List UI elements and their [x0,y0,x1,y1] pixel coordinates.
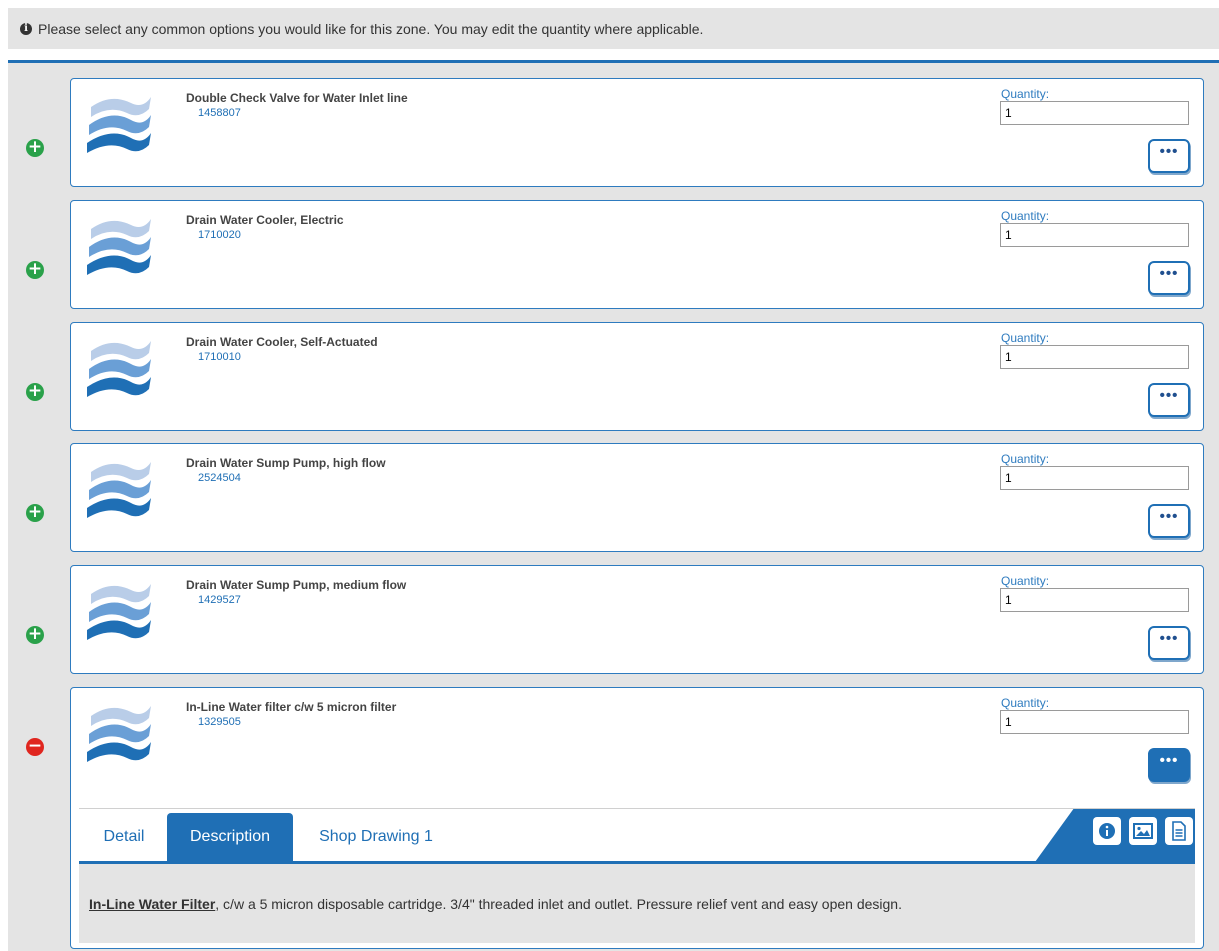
option-card: Drain Water Cooler, Self-Actuated 171001… [70,322,1204,431]
tab-detail[interactable]: Detail [89,813,159,861]
option-code: 1329505 [198,716,241,728]
add-option-icon[interactable]: + [26,139,44,157]
quantity-input[interactable] [1000,588,1189,612]
option-row-selected: − In-Line Water filter c/w 5 micron filt… [8,687,1219,949]
quantity-label: Quantity: [1001,696,1050,710]
quantity-label: Quantity: [1001,87,1050,101]
quantity-input[interactable] [1000,710,1189,734]
option-name: Drain Water Cooler, Electric [186,213,344,227]
document-icon[interactable] [1165,817,1193,845]
option-code: 2524504 [198,472,241,484]
option-code: 1458807 [198,107,241,119]
option-card: Drain Water Sump Pump, medium flow 14295… [70,565,1204,674]
option-card: Drain Water Cooler, Electric 1710020 Qua… [70,200,1204,309]
water-logo-icon [87,219,151,275]
quantity-label: Quantity: [1001,331,1050,345]
more-options-button[interactable]: ••• [1148,626,1190,660]
option-name: Drain Water Cooler, Self-Actuated [186,335,378,349]
water-logo-icon [87,584,151,640]
option-name: Drain Water Sump Pump, medium flow [186,578,407,592]
option-card: Double Check Valve for Water Inlet line … [70,78,1204,187]
notice-text: Please select any common options you wou… [38,20,704,37]
water-logo-icon [87,706,151,762]
info-notice: i Please select any common options you w… [8,8,1219,49]
more-options-button[interactable]: ••• [1148,748,1190,782]
quantity-label: Quantity: [1001,452,1050,466]
add-option-icon[interactable]: + [26,504,44,522]
quantity-input[interactable] [1000,466,1189,490]
option-row: + Drain Water Cooler, Self-Actuated 1710… [8,322,1219,432]
description-text: , c/w a 5 micron disposable cartridge. 3… [215,896,902,912]
info-icon: i [20,22,32,35]
option-row: + Drain Water Cooler, Electric 1710020 Q… [8,200,1219,310]
option-code: 1710020 [198,229,241,241]
option-row: + Drain Water Sump Pump, high flow 25245… [8,443,1219,553]
option-card: Drain Water Sump Pump, high flow 2524504… [70,443,1204,552]
add-option-icon[interactable]: + [26,261,44,279]
more-options-button[interactable]: ••• [1148,261,1190,295]
quantity-input[interactable] [1000,223,1189,247]
image-icon[interactable] [1129,817,1157,845]
quantity-input[interactable] [1000,345,1189,369]
add-option-icon[interactable]: + [26,383,44,401]
options-panel: + Double Check Valve for Water Inlet lin… [8,60,1219,951]
description-panel: In-Line Water Filter, c/w a 5 micron dis… [79,864,1195,943]
add-option-icon[interactable]: + [26,626,44,644]
option-code: 1429527 [198,594,241,606]
option-code: 1710010 [198,351,241,363]
more-options-button[interactable]: ••• [1148,139,1190,173]
option-row: + Drain Water Sump Pump, medium flow 142… [8,565,1219,675]
info-icon[interactable] [1093,817,1121,845]
more-options-button[interactable]: ••• [1148,504,1190,538]
remove-option-icon[interactable]: − [26,738,44,756]
description-title-link[interactable]: In-Line Water Filter [89,896,215,912]
option-name: Drain Water Sump Pump, high flow [186,456,386,470]
quantity-input[interactable] [1000,101,1189,125]
water-logo-icon [87,97,151,153]
tab-toolbar [1035,809,1195,862]
quantity-label: Quantity: [1001,574,1050,588]
quantity-label: Quantity: [1001,209,1050,223]
tab-shop-drawing-1[interactable]: Shop Drawing 1 [301,813,451,861]
option-name: In-Line Water filter c/w 5 micron filter [186,700,397,714]
detail-tabs: Detail Description Shop Drawing 1 [79,808,1195,864]
option-row: + Double Check Valve for Water Inlet lin… [8,78,1219,188]
water-logo-icon [87,462,151,518]
option-card: In-Line Water filter c/w 5 micron filter… [70,687,1204,949]
option-name: Double Check Valve for Water Inlet line [186,91,408,105]
tab-description[interactable]: Description [167,813,293,861]
more-options-button[interactable]: ••• [1148,383,1190,417]
water-logo-icon [87,341,151,397]
